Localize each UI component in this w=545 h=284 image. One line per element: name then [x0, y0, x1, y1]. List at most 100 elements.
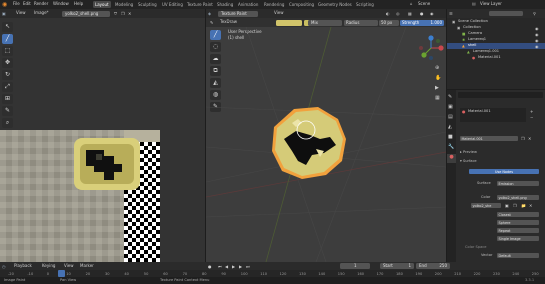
eyedropper-icon[interactable]: ⌕	[2, 118, 13, 128]
projection-select[interactable]: Sphere	[497, 220, 539, 225]
scale-icon[interactable]: ⤢	[2, 82, 13, 92]
menu-window[interactable]: Window	[53, 2, 69, 6]
outliner-search-input[interactable]	[489, 11, 523, 16]
image-new-icon[interactable]: ❐	[513, 203, 517, 208]
pointer-tool-icon[interactable]: ↖	[2, 22, 13, 32]
viewport-shading-icon[interactable]: ◐	[386, 11, 390, 16]
vector-field[interactable]: Default	[497, 253, 539, 258]
strength-slider[interactable]: Strength 1.000	[400, 19, 444, 26]
marker-menu[interactable]: Marker	[80, 264, 94, 268]
tool-tab-icon[interactable]: ✎	[448, 94, 452, 100]
tab-scripting[interactable]: Scripting	[354, 1, 376, 8]
solid-shading-icon[interactable]: ●	[420, 11, 424, 16]
tab-texture-paint[interactable]: Texture Paint	[185, 1, 215, 8]
material-tab-icon[interactable]: ●	[447, 154, 456, 163]
mode-selector[interactable]: Texture Paint	[218, 10, 258, 17]
blender-logo-icon[interactable]: ◉	[2, 1, 7, 8]
timeline-view-menu[interactable]: View	[64, 264, 74, 268]
filter-icon[interactable]: ⚲	[533, 11, 536, 16]
brush-name[interactable]: TexDraw	[220, 20, 237, 24]
playhead[interactable]	[58, 270, 65, 277]
3d-viewport[interactable]: ◈ Texture Paint View ◐ ◎ ▦ ● ◉ ✎ TexDraw…	[206, 9, 446, 262]
image-close-icon[interactable]: ✕	[128, 11, 131, 16]
tab-layout[interactable]: Layout	[93, 1, 111, 8]
image-editor[interactable]: ▣ View Image* yolko2_shell.png ⛉ ❐ ✕ ↖ ╱…	[0, 9, 205, 262]
camera-view-icon[interactable]: ▶	[435, 85, 439, 91]
object-tab-icon[interactable]: ■	[448, 134, 453, 140]
tab-rendering[interactable]: Rendering	[262, 1, 286, 8]
menu-file[interactable]: File	[13, 2, 20, 6]
source-select[interactable]: Single Image	[497, 236, 539, 241]
preview-panel-header[interactable]: ▸ Preview	[460, 150, 477, 155]
viewport-scene[interactable]	[206, 27, 446, 262]
image-new-icon[interactable]: ❐	[121, 11, 125, 16]
material-name-field[interactable]: Material.001	[460, 136, 518, 141]
brush-tool-icon[interactable]: ╱	[2, 34, 13, 44]
image-menu[interactable]: Image*	[34, 11, 49, 15]
editor-type-icon[interactable]: ◈	[208, 11, 211, 16]
scene-selector[interactable]: Scene	[418, 2, 430, 6]
select-box-icon[interactable]: ⬚	[2, 46, 13, 56]
unlink-icon[interactable]: ✕	[528, 136, 531, 141]
brush-icon[interactable]: ✎	[210, 20, 213, 25]
annotate-icon[interactable]: ✎	[2, 106, 13, 116]
menu-edit[interactable]: Edit	[23, 2, 31, 6]
egg-shell-object[interactable]	[272, 107, 346, 179]
image-datablock-field[interactable]: yolko2_she	[471, 203, 501, 208]
image-name-field[interactable]: yolko2_shell.png	[62, 10, 110, 17]
visibility-eye-icon[interactable]: ◉	[535, 44, 539, 49]
zoom-icon[interactable]: ⊕	[435, 65, 439, 71]
jump-start-icon[interactable]: ⏮	[218, 264, 222, 269]
outliner-type-icon[interactable]: ☰	[449, 11, 453, 16]
render-tab-icon[interactable]: ▣	[448, 104, 453, 110]
tab-compositing[interactable]: Compositing	[287, 1, 316, 8]
texture-canvas[interactable]	[0, 130, 205, 262]
image-open-icon[interactable]: 📁	[521, 203, 526, 208]
tab-uv-editing[interactable]: UV Editing	[160, 1, 185, 8]
next-key-icon[interactable]: ▶	[239, 264, 242, 269]
interpolation-select[interactable]: Closest	[497, 212, 539, 217]
transform-icon[interactable]: ⊞	[2, 94, 13, 104]
tab-animation[interactable]: Animation	[236, 1, 260, 8]
image-view-menu[interactable]: View	[16, 11, 26, 15]
view-layer-selector[interactable]: View Layer	[480, 2, 502, 6]
use-nodes-button[interactable]: Use Nodes	[469, 169, 539, 174]
play-icon[interactable]: ▶	[232, 264, 235, 269]
tab-sculpting[interactable]: Sculpting	[136, 1, 159, 8]
properties-search-input[interactable]	[458, 92, 543, 98]
start-frame-field[interactable]: Start 1	[380, 263, 414, 269]
perspective-toggle-icon[interactable]: ▦	[435, 95, 440, 101]
image-shield-icon[interactable]: ⛉	[114, 11, 117, 16]
tab-modeling[interactable]: Modeling	[113, 1, 135, 8]
move-icon[interactable]: ✥	[2, 58, 13, 68]
tab-geometry-nodes[interactable]: Geometry Nodes	[316, 1, 354, 8]
outliner-row[interactable]: ● Material.001	[447, 55, 545, 61]
pan-icon[interactable]: ✋	[435, 75, 441, 81]
visibility-eye-icon[interactable]: ◉	[535, 32, 539, 37]
radius-value[interactable]: 50 px	[379, 19, 399, 26]
editor-type-icon[interactable]: ▣	[2, 11, 6, 16]
properties-editor[interactable]: ✎ ▣ ▤ ◭ ■ 🔧 ● ● Material.001 + − Materia…	[447, 90, 545, 262]
menu-render[interactable]: Render	[34, 2, 48, 6]
modifier-tab-icon[interactable]: 🔧	[448, 144, 454, 150]
jump-end-icon[interactable]: ⏭	[246, 264, 250, 269]
navigation-gizmo[interactable]	[418, 35, 444, 61]
visibility-eye-icon[interactable]: ◉	[535, 26, 539, 31]
remove-slot-icon[interactable]: −	[530, 115, 533, 120]
brush-color-swatch[interactable]	[276, 19, 302, 26]
prev-key-icon[interactable]: ◀	[225, 264, 228, 269]
extension-select[interactable]: Repeat	[497, 228, 539, 233]
surface-shader-field[interactable]: Emission	[497, 181, 539, 186]
timeline-type-icon[interactable]: ◷	[2, 264, 6, 269]
material-slot-list[interactable]: ● Material.001	[460, 108, 526, 122]
overlay-icon[interactable]: ◎	[396, 11, 400, 16]
rotate-icon[interactable]: ↻	[2, 70, 13, 80]
color-texture-field[interactable]: yolko2_shell.png	[497, 195, 539, 200]
menu-help[interactable]: Help	[74, 2, 83, 6]
scene-tab-icon[interactable]: ◭	[448, 124, 452, 130]
image-browse-icon[interactable]: ▣	[505, 203, 509, 208]
blend-mode-field[interactable]: Mix	[308, 19, 342, 26]
current-frame-field[interactable]: 1	[340, 263, 370, 269]
end-frame-field[interactable]: End 250	[416, 263, 450, 269]
copy-material-icon[interactable]: ❐	[521, 136, 525, 141]
